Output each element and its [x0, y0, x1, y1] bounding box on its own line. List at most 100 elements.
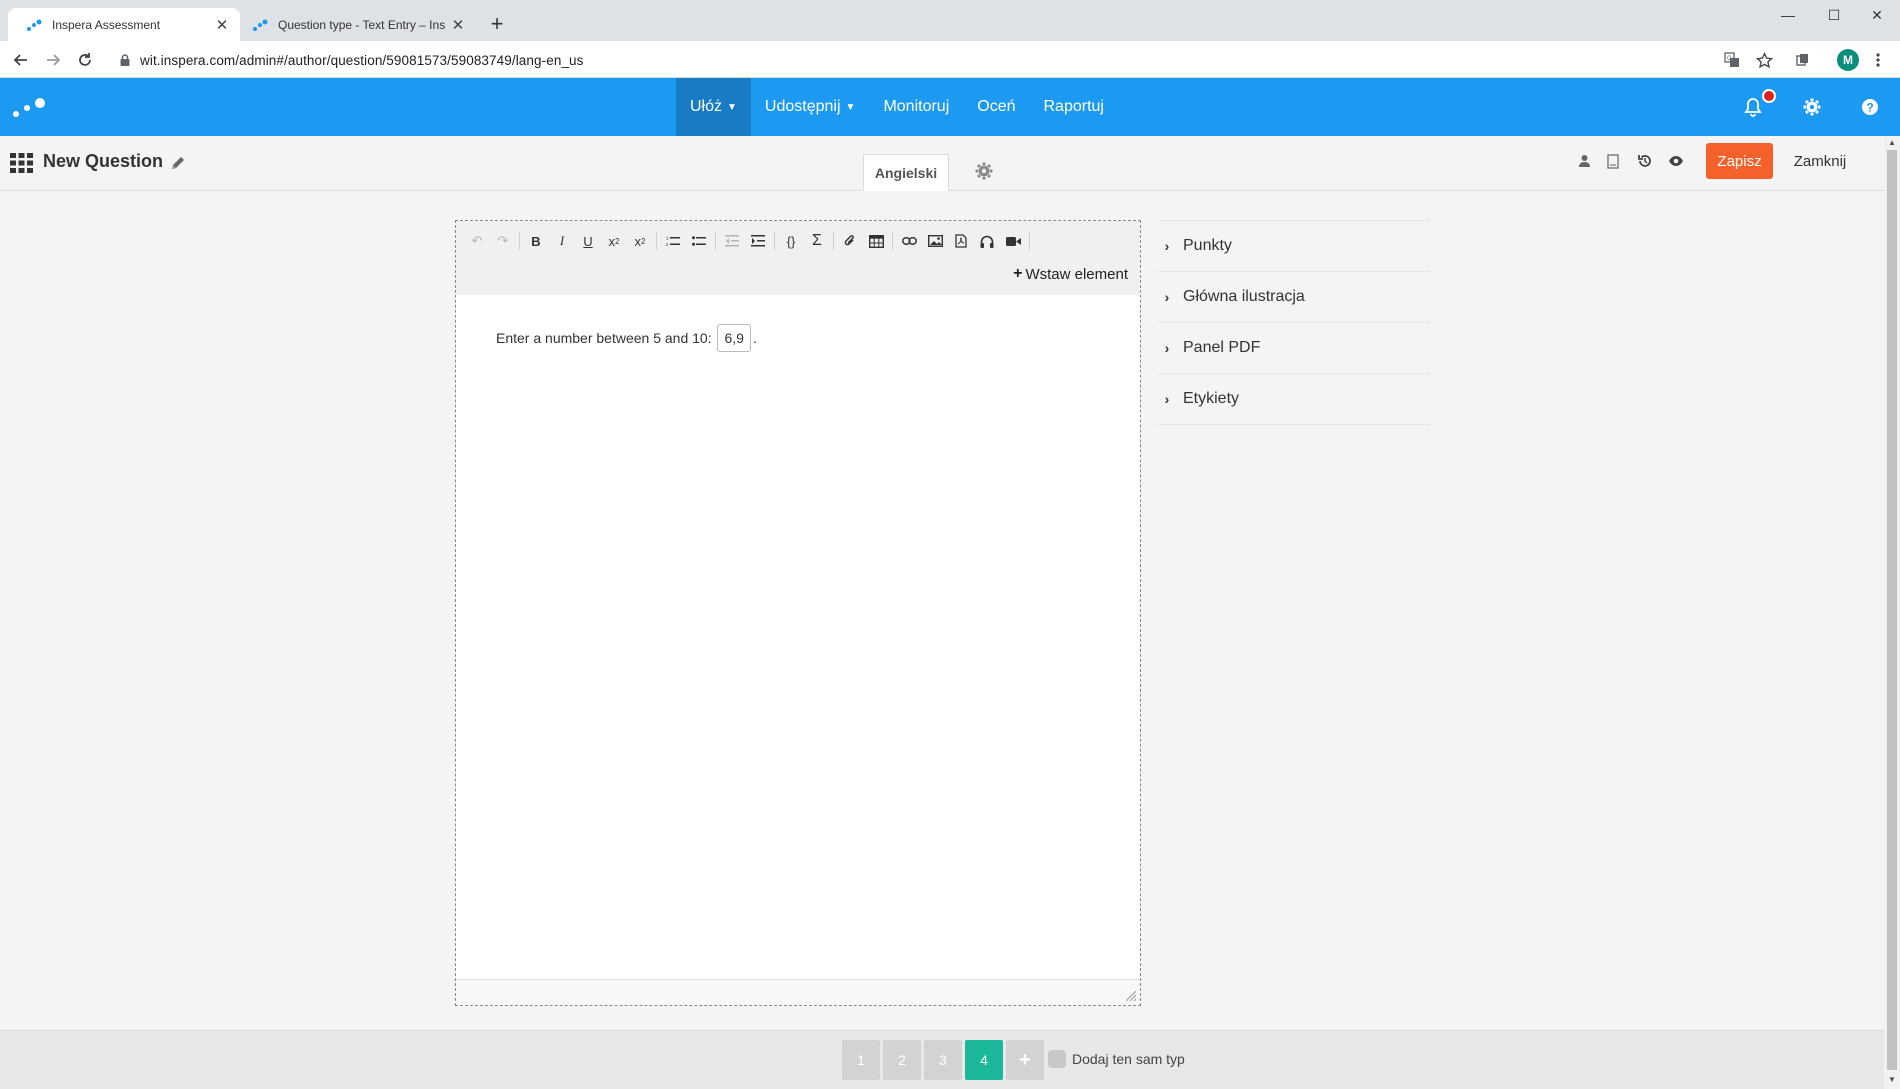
pdf-file-icon[interactable] [948, 229, 974, 253]
minimize-window-icon[interactable]: — [1765, 0, 1811, 30]
bell-icon[interactable] [1742, 96, 1764, 118]
close-tab-icon[interactable]: ✕ [446, 13, 470, 37]
chevron-right-icon: › [1164, 238, 1170, 254]
pencil-icon[interactable] [170, 155, 186, 171]
nav-item-share[interactable]: Udostępnij ▼ [751, 78, 870, 136]
new-tab-button[interactable]: + [485, 11, 509, 36]
question-titlebar: New Question Angielski Zapisz Zamknij [0, 136, 1884, 191]
nav-item-monitor[interactable]: Monitoruj [869, 78, 963, 136]
code-braces-icon[interactable]: {} [778, 229, 804, 253]
scroll-thumb[interactable] [1887, 150, 1897, 1070]
maximize-window-icon[interactable]: ☐ [1811, 0, 1857, 30]
nav-item-report[interactable]: Raportuj [1030, 78, 1118, 136]
page-button-4[interactable]: 4 [965, 1040, 1003, 1080]
panel-label: Punkty [1183, 237, 1232, 254]
gear-icon[interactable] [975, 162, 993, 180]
subscript-icon[interactable]: x2 [601, 229, 627, 253]
chevron-down-icon: ▼ [845, 101, 856, 113]
video-camera-icon[interactable] [1000, 229, 1026, 253]
panel-pdf[interactable]: › Panel PDF [1157, 323, 1429, 374]
browser-tab-active[interactable]: Inspera Assessment ✕ [8, 8, 240, 41]
page-scrollbar[interactable]: ▲ ▼ [1884, 136, 1900, 1089]
text-entry-answer-field[interactable]: 6,9 [717, 324, 751, 352]
panel-points[interactable]: › Punkty [1157, 221, 1429, 272]
image-icon[interactable] [922, 229, 948, 253]
question-punctuation: . [752, 330, 757, 346]
tab-language-english[interactable]: Angielski [863, 154, 949, 191]
undo-icon[interactable]: ↶ [464, 229, 490, 253]
inspera-logo[interactable] [12, 95, 48, 119]
toolbar-divider [715, 232, 716, 250]
save-button[interactable]: Zapisz [1706, 143, 1773, 179]
attachment-icon[interactable] [837, 229, 863, 253]
address-bar[interactable]: wit.inspera.com/admin#/author/question/5… [108, 45, 1758, 75]
close-tab-icon[interactable]: ✕ [210, 13, 234, 37]
forward-icon[interactable] [40, 47, 66, 73]
gear-icon[interactable] [1801, 96, 1823, 118]
add-same-type-checkbox[interactable] [1048, 1050, 1066, 1068]
sigma-formula-icon[interactable]: Σ [804, 229, 830, 253]
nav-item-grade[interactable]: Oceń [963, 78, 1029, 136]
chevron-right-icon: › [1164, 289, 1170, 305]
settings-accordion: › Punkty › Główna ilustracja › Panel PDF › E… [1157, 220, 1429, 425]
toolbar-divider [519, 232, 520, 250]
page-button-1[interactable]: 1 [842, 1040, 880, 1080]
translate-icon[interactable]: G [1722, 50, 1742, 70]
italic-icon[interactable]: I [549, 229, 575, 253]
audio-headphones-icon[interactable] [974, 229, 1000, 253]
grid-menu-icon[interactable] [10, 153, 33, 173]
nav-label: Udostępnij [764, 98, 841, 115]
toolbar-divider [656, 232, 657, 250]
scroll-down-icon[interactable]: ▼ [1888, 1076, 1896, 1084]
main-nav: Ułóż ▼ Udostępnij ▼ Monitoruj Oceń Raportu… [676, 78, 1118, 136]
underline-icon[interactable]: U [575, 229, 601, 253]
browser-menu-icon[interactable] [1868, 50, 1888, 70]
indent-icon[interactable] [745, 229, 771, 253]
toolbar-divider [892, 232, 893, 250]
add-same-type-option[interactable]: Dodaj ten sam typ [1048, 1050, 1185, 1068]
preview-eye-icon[interactable] [1667, 152, 1685, 170]
user-icon[interactable] [1575, 152, 1593, 170]
link-icon[interactable] [896, 229, 922, 253]
close-button[interactable]: Zamknij [1782, 143, 1858, 179]
add-question-button[interactable]: + [1006, 1040, 1044, 1080]
extensions-icon[interactable] [1793, 50, 1813, 70]
chevron-right-icon: › [1164, 340, 1170, 356]
help-icon[interactable]: ? [1859, 96, 1881, 118]
page-button-3[interactable]: 3 [924, 1040, 962, 1080]
redo-icon[interactable]: ↷ [490, 229, 516, 253]
panel-main-illustration[interactable]: › Główna ilustracja [1157, 272, 1429, 323]
question-prompt: Enter a number between 5 and 10: [496, 330, 712, 346]
profile-avatar[interactable]: M [1837, 49, 1859, 71]
panel-labels[interactable]: › Etykiety [1157, 374, 1429, 425]
app-header: Ułóż ▼ Udostępnij ▼ Monitoruj Oceń Raportu… [0, 78, 1900, 136]
resize-handle-icon[interactable] [1126, 991, 1136, 1001]
superscript-icon[interactable]: x2 [627, 229, 653, 253]
browser-tab-inactive[interactable]: Question type - Text Entry – Insp ✕ [240, 8, 476, 41]
bold-icon[interactable]: B [523, 229, 549, 253]
page-button-2[interactable]: 2 [883, 1040, 921, 1080]
editor-statusbar [456, 979, 1140, 1005]
plus-icon: + [1019, 1048, 1031, 1071]
svg-text:G: G [1727, 56, 1732, 62]
back-icon[interactable] [8, 47, 34, 73]
insert-element-label: Wstaw element [1025, 265, 1128, 283]
outdent-icon[interactable] [719, 229, 745, 253]
bullet-list-icon[interactable] [686, 229, 712, 253]
document-icon[interactable] [1604, 152, 1622, 170]
editor-content[interactable]: Enter a number between 5 and 10: 6,9. [456, 295, 1140, 979]
close-window-icon[interactable]: ✕ [1854, 0, 1900, 30]
svg-text:2: 2 [666, 242, 669, 247]
reload-icon[interactable] [72, 47, 98, 73]
panel-label: Główna ilustracja [1183, 288, 1305, 305]
nav-label: Oceń [977, 98, 1016, 115]
numbered-list-icon[interactable]: 12 [660, 229, 686, 253]
nav-label: Ułóż [690, 98, 723, 115]
nav-item-compose[interactable]: Ułóż ▼ [676, 78, 751, 136]
bookmark-star-icon[interactable] [1754, 50, 1774, 70]
history-icon[interactable] [1636, 152, 1654, 170]
insert-element-button[interactable]: + Wstaw element [1013, 265, 1128, 283]
chevron-right-icon: › [1164, 391, 1170, 407]
scroll-up-icon[interactable]: ▲ [1888, 139, 1896, 147]
table-icon[interactable] [863, 229, 889, 253]
